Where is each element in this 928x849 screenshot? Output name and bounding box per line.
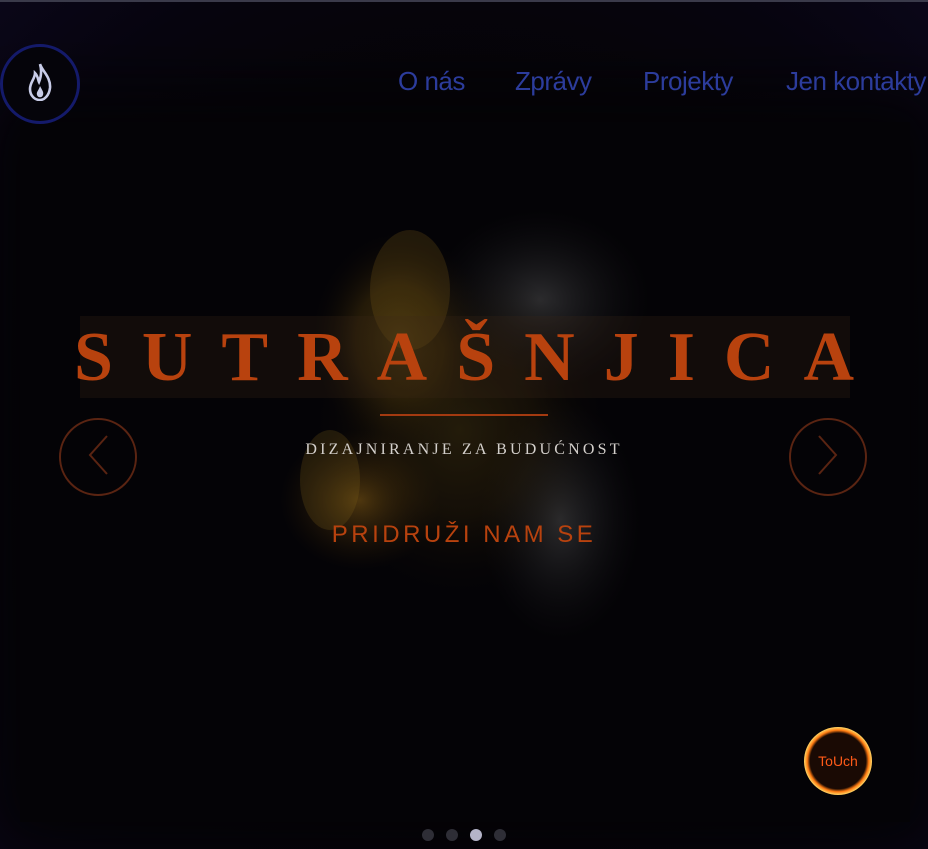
touch-button-label: ToUch [818, 753, 858, 769]
slider-dot-1[interactable] [422, 829, 434, 841]
slider-prev-button[interactable] [59, 418, 137, 496]
slider-next-button[interactable] [789, 418, 867, 496]
hero-title: SUTRAŠNJICA [73, 319, 884, 396]
main-navigation: O nás Zprávy Projekty Jen kontakty [0, 66, 928, 100]
nav-item-about[interactable]: O nás [398, 66, 465, 97]
chevron-left-icon [85, 433, 111, 482]
nav-item-projects[interactable]: Projekty [643, 66, 733, 97]
nav-item-contacts[interactable]: Jen kontakty [786, 66, 926, 97]
chevron-right-icon [815, 433, 841, 482]
slider-indicators [420, 828, 510, 842]
join-us-link[interactable]: PRIDRUŽI NAM SE [0, 521, 928, 549]
nav-item-news[interactable]: Zprávy [515, 66, 592, 97]
fire-splash-image [280, 210, 650, 640]
slider-dot-2[interactable] [446, 829, 458, 841]
slider-dot-4[interactable] [494, 829, 506, 841]
title-divider [380, 414, 548, 416]
slider-dot-3[interactable] [470, 829, 482, 841]
touch-button[interactable]: ToUch [804, 727, 872, 795]
